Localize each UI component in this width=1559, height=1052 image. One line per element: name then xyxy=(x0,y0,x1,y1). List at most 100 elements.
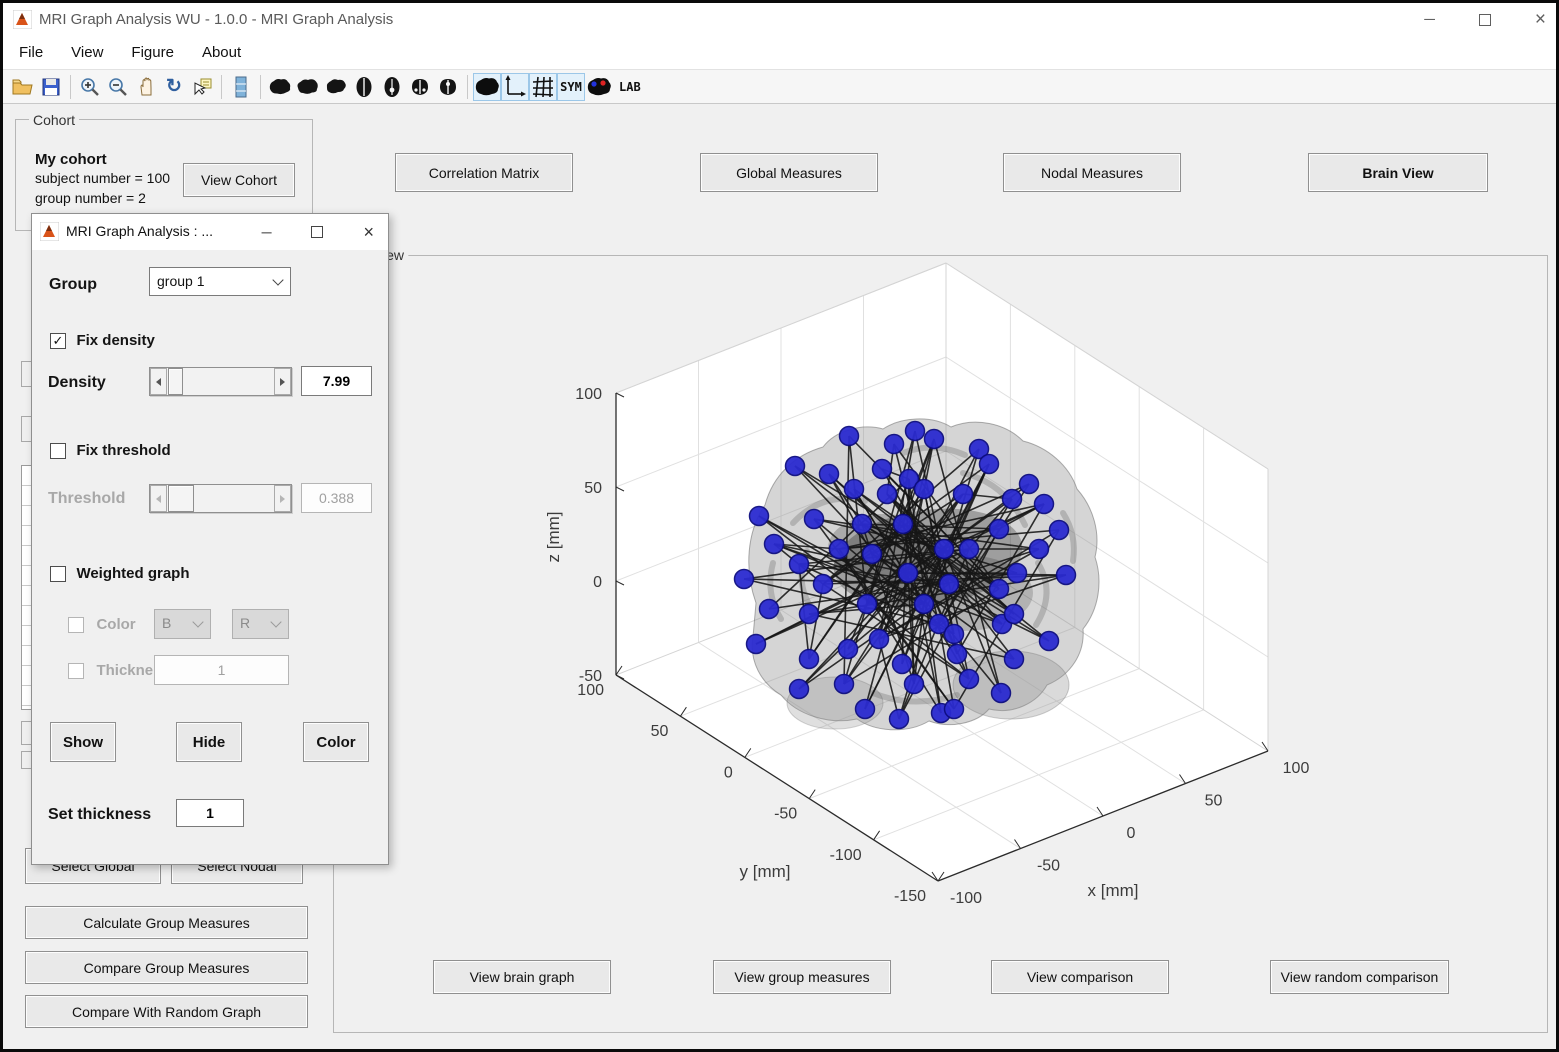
group-combobox[interactable]: group 1 xyxy=(149,267,291,296)
correlation-matrix-button[interactable]: Correlation Matrix xyxy=(395,153,573,192)
density-slider-thumb[interactable] xyxy=(168,368,183,395)
set-thickness-field[interactable]: 1 xyxy=(176,799,244,827)
svg-text:-50: -50 xyxy=(1037,858,1060,875)
weighted-graph-checkbox[interactable]: Weighted graph xyxy=(50,565,190,583)
grid-icon xyxy=(532,76,554,97)
density-slider-right-arrow[interactable] xyxy=(274,368,291,395)
view-comparison-button[interactable]: View comparison xyxy=(991,960,1169,994)
view-group-measures-button[interactable]: View group measures xyxy=(713,960,891,994)
brain-axial-top-button[interactable] xyxy=(350,73,378,101)
brain-lateral-right-button[interactable] xyxy=(294,73,322,101)
zoom-out-button[interactable] xyxy=(104,73,132,101)
toolbar: ↻ SYM LAB xyxy=(3,69,1556,104)
dialog-title-bar: MRI Graph Analysis : ... ─ × xyxy=(32,214,388,250)
view-brain-graph-button[interactable]: View brain graph xyxy=(433,960,611,994)
main-window: MRI Graph Analysis WU - 1.0.0 - MRI Grap… xyxy=(0,0,1559,1052)
axes-icon xyxy=(505,74,526,96)
view-random-comparison-button[interactable]: View random comparison xyxy=(1270,960,1449,994)
brain-view-toggle[interactable] xyxy=(473,72,501,101)
zoom-in-button[interactable] xyxy=(76,73,104,101)
color-checkbox-label: Color xyxy=(96,616,136,633)
svg-text:100: 100 xyxy=(577,682,604,699)
menu-about[interactable]: About xyxy=(190,40,253,65)
sym-toggle[interactable]: SYM xyxy=(557,72,585,101)
brain-lateral-left-button[interactable] xyxy=(266,73,294,101)
group-combobox-value: group 1 xyxy=(157,273,205,289)
view-cohort-button[interactable]: View Cohort xyxy=(183,163,295,197)
grid-toggle[interactable] xyxy=(529,72,557,101)
brain-lateral-left-icon xyxy=(269,79,291,95)
color-b-value: B xyxy=(162,615,172,631)
brain-axial-top-icon xyxy=(356,76,372,97)
labels-toggle[interactable] xyxy=(585,73,613,101)
maximize-button[interactable] xyxy=(1478,13,1491,26)
group-label: Group xyxy=(49,276,97,293)
color-button[interactable]: Color xyxy=(303,722,369,762)
density-slider[interactable] xyxy=(149,367,292,396)
colorbar-button[interactable] xyxy=(227,73,255,101)
threshold-label: Threshold xyxy=(48,490,126,507)
brain-coronal-back-button[interactable] xyxy=(434,73,462,101)
brain-axial-bottom-icon xyxy=(384,76,400,97)
menu-file[interactable]: File xyxy=(7,40,55,65)
chevron-down-icon xyxy=(192,616,204,628)
data-cursor-button[interactable] xyxy=(188,73,216,101)
menu-figure[interactable]: Figure xyxy=(119,40,186,65)
brain-sagittal-button[interactable] xyxy=(322,73,350,101)
threshold-slider-right-arrow xyxy=(274,485,291,512)
thickness-checkbox-box xyxy=(68,662,84,679)
close-button[interactable]: × xyxy=(1535,9,1546,31)
dialog-maximize-button[interactable] xyxy=(311,226,324,238)
svg-text:-150: -150 xyxy=(894,888,926,905)
pan-button[interactable] xyxy=(132,73,160,101)
rotate-icon: ↻ xyxy=(166,76,182,97)
color-r-value: R xyxy=(240,615,251,631)
svg-text:100: 100 xyxy=(575,386,602,403)
zoom-in-icon xyxy=(81,77,99,96)
brain-coronal-back-icon xyxy=(440,78,456,95)
save-button[interactable] xyxy=(37,73,65,101)
brain-sagittal-icon xyxy=(326,79,346,94)
fix-density-checkbox[interactable]: ✓ Fix density xyxy=(50,332,155,350)
svg-text:0: 0 xyxy=(1127,825,1136,842)
compare-random-graph-button[interactable]: Compare With Random Graph xyxy=(25,995,308,1028)
cohort-group-count: group number = 2 xyxy=(35,190,146,206)
brain-view-button[interactable]: Brain View xyxy=(1308,153,1488,192)
window-title: MRI Graph Analysis WU - 1.0.0 - MRI Grap… xyxy=(39,11,394,28)
threshold-value-field: 0.388 xyxy=(301,483,372,513)
svg-text:100: 100 xyxy=(1283,760,1310,777)
brain-3d-plot[interactable]: 100500-50100500-50-100-150 -100-50050100y… xyxy=(334,256,1547,1032)
show-button[interactable]: Show xyxy=(50,722,116,762)
dialog-minimize-button[interactable]: ─ xyxy=(262,224,272,240)
svg-text:-50: -50 xyxy=(774,806,797,823)
svg-text:0: 0 xyxy=(593,574,602,591)
hide-button[interactable]: Hide xyxy=(176,722,242,762)
brain-coronal-front-button[interactable] xyxy=(406,73,434,101)
compare-group-measures-button[interactable]: Compare Group Measures xyxy=(25,951,308,984)
svg-text:x [mm]: x [mm] xyxy=(1088,881,1139,900)
density-slider-left-arrow[interactable] xyxy=(150,368,167,395)
brain-graph-dialog: MRI Graph Analysis : ... ─ × Group group… xyxy=(31,213,389,865)
color-r-combobox: R xyxy=(232,609,289,639)
fix-density-label: Fix density xyxy=(76,332,155,349)
open-button[interactable] xyxy=(9,73,37,101)
density-value-field[interactable]: 7.99 xyxy=(301,366,372,396)
fix-threshold-checkbox[interactable]: Fix threshold xyxy=(50,442,171,460)
data-cursor-icon xyxy=(194,78,212,95)
dialog-app-icon xyxy=(40,222,59,241)
rotate-3d-button[interactable]: ↻ xyxy=(160,73,188,101)
fix-threshold-checkbox-box xyxy=(50,442,66,459)
fix-density-checkbox-box: ✓ xyxy=(50,332,66,349)
dialog-close-button[interactable]: × xyxy=(363,222,374,243)
threshold-slider xyxy=(149,484,292,513)
menu-view[interactable]: View xyxy=(59,40,115,65)
fix-threshold-label: Fix threshold xyxy=(76,442,171,459)
minimize-button[interactable]: ─ xyxy=(1424,11,1435,28)
calculate-group-measures-button[interactable]: Calculate Group Measures xyxy=(25,906,308,939)
svg-text:50: 50 xyxy=(1205,793,1223,810)
thickness-checkbox-label: Thickne.. xyxy=(96,662,162,679)
global-measures-button[interactable]: Global Measures xyxy=(700,153,878,192)
brain-axial-bottom-button[interactable] xyxy=(378,73,406,101)
nodal-measures-button[interactable]: Nodal Measures xyxy=(1003,153,1181,192)
axes-toggle[interactable] xyxy=(501,72,529,101)
